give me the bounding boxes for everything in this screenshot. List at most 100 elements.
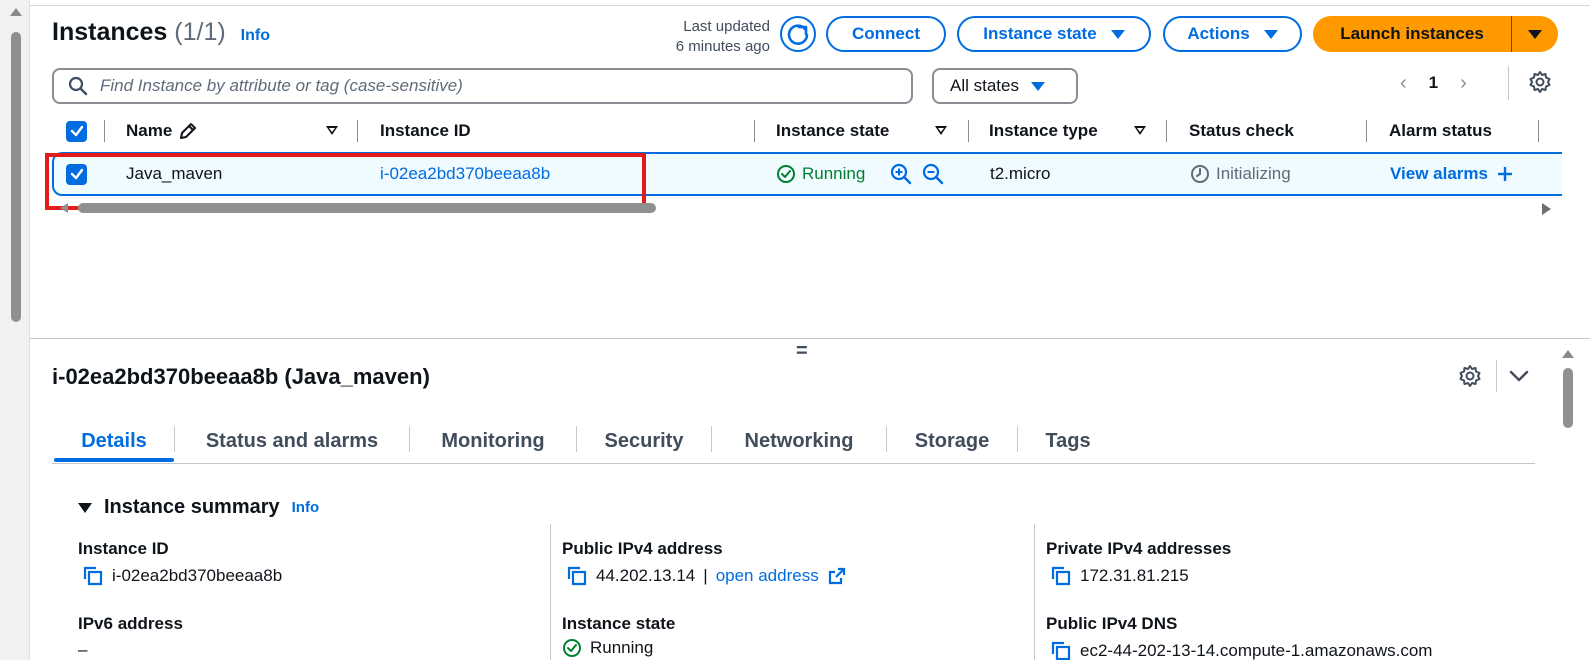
- column-divider: [754, 120, 755, 142]
- sort-icon[interactable]: [326, 126, 338, 135]
- split-panel-divider: [30, 338, 1590, 339]
- pager-divider: [1508, 66, 1509, 100]
- states-filter-select[interactable]: All states: [932, 68, 1078, 104]
- collapse-panel-button[interactable]: [1508, 368, 1530, 389]
- tab-tags[interactable]: Tags: [1018, 420, 1118, 462]
- scroll-up-arrow-icon[interactable]: [1562, 350, 1574, 358]
- column-label: Instance type: [989, 121, 1098, 140]
- actions-label: Actions: [1187, 24, 1250, 43]
- current-page[interactable]: 1: [1429, 73, 1438, 93]
- last-updated-label: Last updated: [683, 18, 770, 35]
- tab-monitoring[interactable]: Monitoring: [410, 420, 576, 462]
- check-circle-icon: [563, 639, 581, 657]
- sort-icon[interactable]: [1134, 126, 1146, 135]
- checkbox-checked-icon: [66, 120, 87, 142]
- tab-status-and-alarms[interactable]: Status and alarms: [175, 420, 409, 462]
- table-preferences-button[interactable]: [1528, 70, 1552, 99]
- caret-down-icon: [1110, 29, 1125, 39]
- status-check-text: Initializing: [1216, 164, 1291, 183]
- instance-state-dropdown[interactable]: Instance state: [957, 16, 1151, 52]
- info-link[interactable]: Info: [292, 499, 320, 516]
- title-text: Instances: [52, 18, 168, 46]
- caret-down-icon: [78, 502, 92, 513]
- column-divider: [1166, 120, 1167, 142]
- caret-down-icon: [1528, 29, 1542, 39]
- scroll-left-arrow-icon[interactable]: [60, 203, 68, 213]
- refresh-icon: [787, 24, 809, 45]
- external-link-icon[interactable]: [827, 566, 847, 586]
- ipv6-value: –: [78, 640, 88, 659]
- column-header-instance-state[interactable]: Instance state: [776, 114, 889, 148]
- zoom-out-button[interactable]: [922, 154, 944, 194]
- info-link[interactable]: Info: [241, 27, 270, 44]
- details-tabs: Details Status and alarms Monitoring Sec…: [52, 420, 1535, 464]
- horizontal-scrollbar-thumb[interactable]: [78, 203, 656, 213]
- tab-security[interactable]: Security: [577, 420, 711, 462]
- view-alarms-text: View alarms: [1390, 164, 1488, 183]
- chevron-down-icon: [1509, 370, 1529, 382]
- column-divider: [1034, 524, 1035, 660]
- scrollbar-thumb[interactable]: [11, 32, 21, 322]
- scroll-right-arrow-icon[interactable]: [1542, 203, 1551, 215]
- tab-details[interactable]: Details: [54, 420, 174, 462]
- plus-icon: [1497, 167, 1512, 181]
- summary-title: Instance summary: [104, 496, 280, 518]
- zoom-in-icon: [890, 163, 912, 185]
- copy-icon[interactable]: [566, 565, 588, 587]
- details-preferences-button[interactable]: [1458, 364, 1482, 393]
- sort-icon[interactable]: [935, 126, 947, 135]
- column-label: Instance ID: [380, 121, 471, 140]
- open-address-link[interactable]: open address: [716, 566, 819, 586]
- search-input[interactable]: [100, 76, 860, 96]
- launch-dropdown-toggle[interactable]: [1512, 29, 1558, 39]
- select-all-checkbox[interactable]: [66, 114, 87, 148]
- tab-networking[interactable]: Networking: [712, 420, 886, 462]
- scroll-up-arrow-icon[interactable]: [10, 8, 22, 16]
- last-updated: Last updated 6 minutes ago: [640, 17, 770, 57]
- prev-page-icon[interactable]: ‹: [1400, 72, 1407, 95]
- launch-label[interactable]: Launch instances: [1313, 24, 1511, 44]
- column-header-instance-type[interactable]: Instance type: [989, 114, 1098, 148]
- connect-label: Connect: [852, 24, 920, 43]
- vertical-scrollbar[interactable]: [0, 0, 30, 660]
- column-divider: [550, 524, 551, 660]
- gear-icon: [1459, 365, 1481, 387]
- column-divider: [968, 120, 969, 142]
- actions-dropdown[interactable]: Actions: [1163, 16, 1302, 52]
- copy-icon[interactable]: [82, 565, 104, 587]
- instance-summary-header[interactable]: Instance summary Info: [78, 496, 319, 519]
- pagination: ‹ 1 ›: [1400, 68, 1467, 98]
- private-ipv4-text: 172.31.81.215: [1080, 566, 1189, 585]
- refresh-button[interactable]: [780, 16, 816, 52]
- private-ipv4-label: Private IPv4 addresses: [1046, 539, 1232, 558]
- launch-instances-button[interactable]: Launch instances: [1313, 16, 1558, 52]
- details-scrollbar[interactable]: [1560, 350, 1590, 660]
- public-ipv4-label: Public IPv4 address: [562, 539, 723, 558]
- annotation-highlight-box: [45, 153, 646, 210]
- column-header-status-check[interactable]: Status check: [1189, 114, 1294, 148]
- copy-icon[interactable]: [1050, 565, 1072, 587]
- search-box[interactable]: [52, 68, 913, 104]
- instance-state-label: Instance state: [983, 24, 1097, 43]
- column-divider: [1366, 120, 1367, 142]
- next-page-icon[interactable]: ›: [1460, 72, 1467, 95]
- column-header-instance-id[interactable]: Instance ID: [380, 114, 471, 148]
- column-divider: [1538, 120, 1539, 142]
- column-label: Instance state: [776, 121, 890, 140]
- scrollbar-thumb[interactable]: [1563, 368, 1573, 428]
- private-ipv4-value: 172.31.81.215: [1050, 565, 1189, 587]
- connect-button[interactable]: Connect: [826, 16, 946, 52]
- table-header: Name Instance ID Instance state Instance…: [52, 114, 1572, 148]
- public-dns-text: ec2-44-202-13-14.compute-1.amazonaws.com: [1080, 641, 1433, 660]
- resize-handle-icon[interactable]: =: [796, 341, 808, 361]
- zoom-in-button[interactable]: [890, 154, 912, 194]
- instance-id-label: Instance ID: [78, 539, 169, 558]
- view-alarms-link[interactable]: View alarms: [1390, 154, 1514, 194]
- column-header-name[interactable]: Name: [126, 114, 198, 148]
- last-updated-time: 6 minutes ago: [675, 38, 770, 55]
- clock-icon: [1191, 165, 1209, 183]
- tab-storage[interactable]: Storage: [887, 420, 1017, 462]
- copy-icon[interactable]: [1050, 640, 1072, 660]
- column-header-alarm-status[interactable]: Alarm status: [1389, 114, 1492, 148]
- instance-id-value: i-02ea2bd370beeaa8b: [82, 565, 282, 587]
